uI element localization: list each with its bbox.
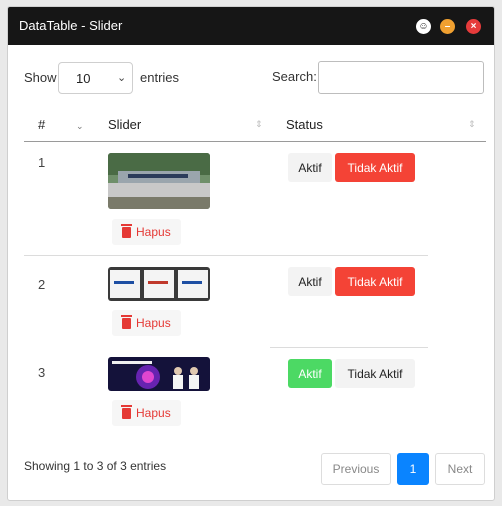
row-number: 1 xyxy=(38,155,46,170)
row-number: 2 xyxy=(38,277,46,292)
app-window: DataTable - Slider ☺ – × Show 10 ⌄ entri… xyxy=(7,6,495,501)
sort-both-icon[interactable]: ⇕ xyxy=(468,119,476,130)
tidak-aktif-button[interactable]: Tidak Aktif xyxy=(335,359,415,388)
slider-image xyxy=(108,153,210,209)
aktif-button[interactable]: Aktif xyxy=(288,359,332,388)
slider-image xyxy=(108,267,210,301)
aktif-button[interactable]: Aktif xyxy=(288,267,332,296)
aktif-button[interactable]: Aktif xyxy=(288,153,332,182)
window-title: DataTable - Slider xyxy=(19,18,123,33)
sort-both-icon[interactable]: ⇕ xyxy=(255,119,263,130)
delete-button[interactable]: Hapus xyxy=(112,219,181,245)
row-divider xyxy=(24,255,428,256)
row-number: 3 xyxy=(38,365,46,380)
next-page-button[interactable]: Next xyxy=(435,453,485,485)
sort-desc-icon[interactable]: ⌄ xyxy=(76,121,84,132)
header-divider xyxy=(24,141,486,142)
close-icon[interactable]: × xyxy=(466,19,481,34)
delete-button[interactable]: Hapus xyxy=(112,400,181,426)
delete-button-label: Hapus xyxy=(136,406,171,420)
tidak-aktif-button[interactable]: Tidak Aktif xyxy=(335,267,415,296)
trash-icon xyxy=(121,404,132,419)
title-bar: DataTable - Slider ☺ – × xyxy=(8,7,494,45)
search-input[interactable] xyxy=(318,61,484,94)
minimize-icon[interactable]: – xyxy=(440,19,455,34)
previous-page-button[interactable]: Previous xyxy=(321,453,391,485)
page-1-button[interactable]: 1 xyxy=(397,453,429,485)
delete-button-label: Hapus xyxy=(136,316,171,330)
delete-button[interactable]: Hapus xyxy=(112,310,181,336)
column-header-status[interactable]: Status xyxy=(286,117,323,132)
trash-icon xyxy=(121,223,132,238)
chevron-down-icon: ⌄ xyxy=(117,72,127,84)
column-header-number[interactable]: # xyxy=(38,117,45,132)
search-label: Search: xyxy=(272,69,317,84)
slider-image xyxy=(108,357,210,391)
smiley-icon[interactable]: ☺ xyxy=(416,19,431,34)
entries-select[interactable]: 10 ⌄ xyxy=(58,62,133,94)
entries-select-value: 10 xyxy=(76,71,91,86)
table-info: Showing 1 to 3 of 3 entries xyxy=(24,459,167,473)
row-divider xyxy=(270,347,428,348)
delete-button-label: Hapus xyxy=(136,225,171,239)
length-label-entries: entries xyxy=(140,70,180,85)
trash-icon xyxy=(121,314,132,329)
column-header-slider[interactable]: Slider xyxy=(108,117,141,132)
length-label-show: Show xyxy=(24,70,57,85)
tidak-aktif-button[interactable]: Tidak Aktif xyxy=(335,153,415,182)
